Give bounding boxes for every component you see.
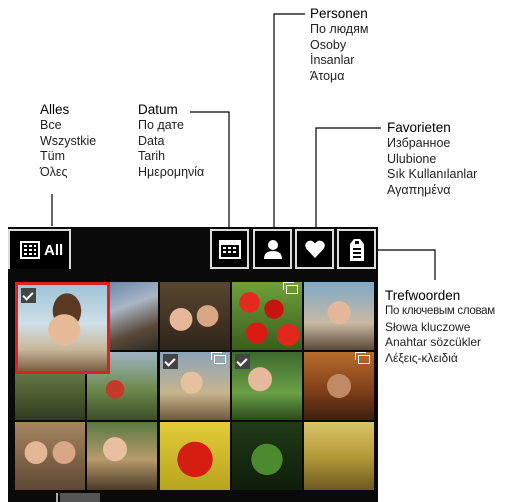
thumbnail[interactable] xyxy=(160,422,230,490)
heart-icon xyxy=(305,240,325,258)
calendar-icon xyxy=(219,240,241,259)
callout-alles-title: Alles xyxy=(40,102,70,117)
check-icon xyxy=(21,288,36,303)
check-icon xyxy=(235,354,250,369)
thumbnail[interactable] xyxy=(304,352,374,420)
tab-people[interactable] xyxy=(253,229,292,269)
thumbnail[interactable] xyxy=(304,422,374,490)
check-icon xyxy=(163,354,178,369)
callout-personen-tr-2: Osoby xyxy=(310,37,347,52)
thumbnail[interactable] xyxy=(232,352,302,420)
callout-favorieten: Favorieten Избранное Ulubione Sık Kullan… xyxy=(387,119,477,198)
thumbnail[interactable] xyxy=(160,282,230,350)
callout-favorieten-tr-1: Избранное xyxy=(387,136,451,150)
callout-alles-tr-2: Wszystkie xyxy=(40,133,97,148)
callout-personen-tr-1: По людям xyxy=(310,22,369,36)
callout-personen-tr-3: İnsanlar xyxy=(310,53,355,67)
callout-trefwoorden-tr-3: Anahtar sözcükler xyxy=(385,335,482,349)
callout-datum: Datum По дате Data Tarih Ημερομηνία xyxy=(138,101,204,180)
person-icon xyxy=(264,240,282,259)
callout-alles-tr-4: Όλες xyxy=(40,164,68,179)
callout-alles-tr-3: Tüm xyxy=(40,149,65,163)
stack-icon xyxy=(211,352,226,364)
callout-trefwoorden-tr-4: Λέξεις-κλειδιά xyxy=(385,350,458,365)
callout-favorieten-title: Favorieten xyxy=(387,120,451,135)
thumbnail[interactable] xyxy=(232,422,302,490)
callout-datum-tr-2: Data xyxy=(138,133,165,148)
callout-trefwoorden-title: Trefwoorden xyxy=(385,288,461,303)
callout-trefwoorden: Trefwoorden По ключевым словам Słowa klu… xyxy=(385,287,495,366)
callout-datum-tr-4: Ημερομηνία xyxy=(138,164,205,179)
thumbnail[interactable] xyxy=(15,422,85,490)
callout-personen-title: Personen xyxy=(310,6,368,21)
callout-trefwoorden-tr-2: Słowa kluczowe xyxy=(385,319,471,334)
callout-alles: Alles Все Wszystkie Tüm Όλες xyxy=(40,101,96,180)
thumbnail[interactable] xyxy=(160,352,230,420)
tab-date[interactable] xyxy=(210,229,249,269)
stack-icon xyxy=(355,352,370,364)
callout-trefwoorden-tr-1: По ключевым словам xyxy=(385,305,495,317)
thumbnail[interactable] xyxy=(110,282,158,350)
thumbnail-selected[interactable] xyxy=(15,282,110,374)
thumbnail[interactable] xyxy=(87,422,157,490)
callout-favorieten-tr-4: Αγαπημένα xyxy=(387,182,451,197)
callout-datum-tr-3: Tarih xyxy=(138,149,166,163)
thumbnail[interactable] xyxy=(232,282,302,350)
tab-all[interactable]: All xyxy=(8,229,71,269)
scrollbar-thumb[interactable] xyxy=(56,493,100,502)
callout-favorieten-tr-3: Sık Kullanılanlar xyxy=(387,167,478,181)
callout-datum-tr-1: По дате xyxy=(138,118,184,132)
callout-datum-title: Datum xyxy=(138,102,178,117)
tag-icon xyxy=(350,239,364,261)
stack-icon xyxy=(283,282,298,294)
thumbnail[interactable] xyxy=(304,282,374,350)
tab-keywords[interactable] xyxy=(337,229,376,269)
callout-personen: Personen По людям Osoby İnsanlar Άτομα xyxy=(310,5,368,84)
callout-personen-tr-4: Άτομα xyxy=(310,68,345,83)
callout-alles-tr-1: Все xyxy=(40,118,62,132)
grid-icon xyxy=(20,241,40,264)
tab-favorites[interactable] xyxy=(295,229,334,269)
tab-all-label: All xyxy=(44,242,64,259)
callout-favorieten-tr-2: Ulubione xyxy=(387,151,437,166)
